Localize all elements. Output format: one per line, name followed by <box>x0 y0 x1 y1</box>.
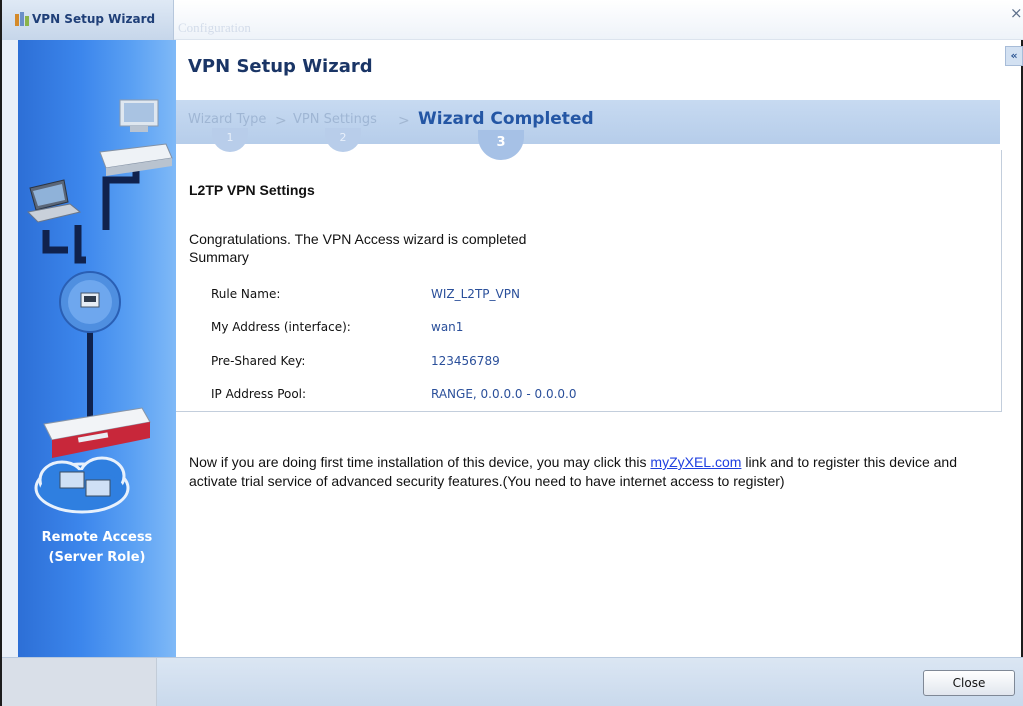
network-globe-icon <box>59 271 121 333</box>
title-tab: VPN Setup Wizard <box>2 0 174 40</box>
completion-text: Congratulations. The VPN Access wizard i… <box>189 231 527 247</box>
step-wizard-completed: Wizard Completed <box>418 109 594 129</box>
background-tab-label: Configuration <box>178 20 251 35</box>
step-separator: > <box>275 113 287 129</box>
summary-key: IP Address Pool: <box>211 387 307 401</box>
role-label-line1: Remote Access <box>41 530 153 545</box>
step-label: Wizard Type <box>188 112 267 127</box>
step-number: 2 <box>325 128 361 152</box>
collapse-panel-icon[interactable]: « <box>1005 46 1023 66</box>
footer-bar: Close <box>2 657 1023 706</box>
step-separator: > <box>398 113 410 129</box>
wizard-content: VPN Setup Wizard Wizard Type > VPN Setti… <box>176 40 1002 657</box>
notice-text: Now if you are doing first time installa… <box>189 454 651 470</box>
step-vpn-settings: VPN Settings <box>293 112 377 127</box>
title-bar: VPN Setup Wizard Configuration × <box>2 0 1023 40</box>
summary-value: WIZ_L2TP_VPN <box>431 287 520 301</box>
vpn-wizard-window: VPN Setup Wizard Configuration × Remote … <box>0 0 1023 706</box>
myzyxel-link[interactable]: myZyXEL.com <box>650 454 741 470</box>
completion-message: Congratulations. The VPN Access wizard i… <box>189 230 526 266</box>
step-label: Wizard Completed <box>418 109 594 129</box>
page-title: VPN Setup Wizard <box>188 56 373 77</box>
left-gutter <box>2 40 18 657</box>
wizard-steps: Wizard Type > VPN Settings > Wizard Comp… <box>176 100 1000 160</box>
summary-key: My Address (interface): <box>211 320 351 334</box>
close-button[interactable]: Close <box>923 670 1015 696</box>
wizard-icon <box>15 12 29 26</box>
cloud-network-icon <box>34 456 130 514</box>
window-title: VPN Setup Wizard <box>32 12 156 26</box>
switch-icon <box>99 143 173 176</box>
step-wizard-type: Wizard Type <box>188 112 266 127</box>
l2tp-settings-panel: L2TP VPN Settings Congratulations. The V… <box>176 150 1002 412</box>
laptop-icon <box>26 179 82 223</box>
role-label: Remote Access (Server Role) <box>18 528 176 568</box>
summary-value: 123456789 <box>431 354 500 368</box>
summary-key: Rule Name: <box>211 287 281 301</box>
registration-notice: Now if you are doing first time installa… <box>189 453 989 491</box>
role-label-line2: (Server Role) <box>48 550 146 565</box>
footer-left-panel <box>2 658 157 706</box>
monitor-icon <box>119 99 159 132</box>
step-number: 1 <box>212 128 248 152</box>
close-icon[interactable]: × <box>1010 4 1023 22</box>
summary-value: RANGE, 0.0.0.0 - 0.0.0.0 <box>431 387 577 401</box>
section-title: L2TP VPN Settings <box>189 182 315 198</box>
summary-heading: Summary <box>189 249 249 265</box>
step-label: VPN Settings <box>293 112 377 127</box>
summary-key: Pre-Shared Key: <box>211 354 306 368</box>
summary-value: wan1 <box>431 320 464 334</box>
firewall-device-icon <box>43 407 151 458</box>
wizard-sidebar: Remote Access (Server Role) <box>18 40 176 657</box>
